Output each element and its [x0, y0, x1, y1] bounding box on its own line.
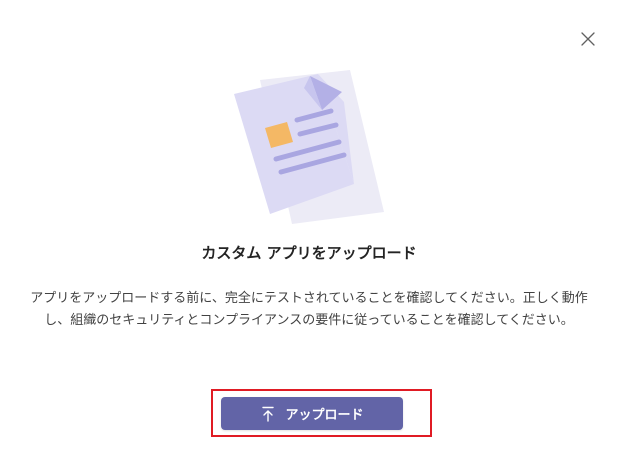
document-illustration: [218, 62, 398, 232]
dialog-title: カスタム アプリをアップロード: [201, 244, 417, 262]
close-icon: [581, 31, 595, 49]
dialog-description: アプリをアップロードする前に、完全にテストされていることを確認してください。正し…: [30, 291, 588, 328]
upload-arrow-icon: [260, 406, 276, 422]
close-button[interactable]: [574, 26, 602, 54]
upload-custom-app-dialog: カスタム アプリをアップロード アプリをアップロードする前に、完全にテストされて…: [0, 0, 618, 468]
upload-button[interactable]: アップロード: [221, 397, 403, 430]
upload-button-label: アップロード: [285, 408, 364, 423]
